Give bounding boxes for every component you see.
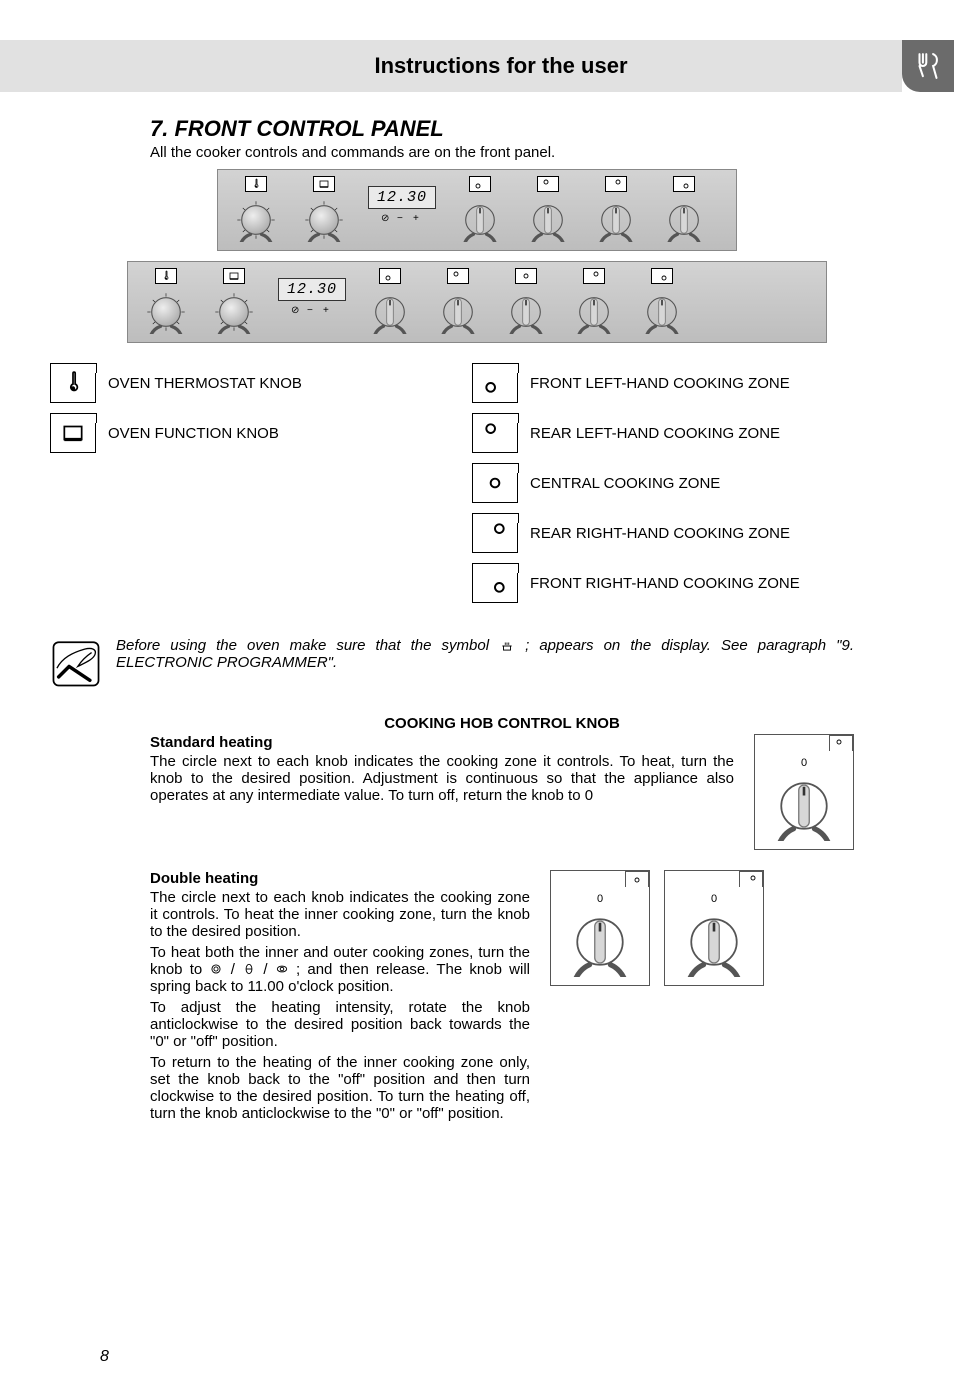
clock-buttons: ⊘−+ [291, 305, 333, 315]
zone-knob [565, 907, 635, 977]
legend-label: REAR RIGHT-HAND COOKING ZONE [530, 525, 790, 542]
zone-front-left-icon [469, 176, 491, 192]
page-number: 8 [100, 1348, 109, 1366]
standard-heating-title: Standard heating [150, 734, 734, 751]
section-heading: 7. FRONT CONTROL PANEL [150, 116, 854, 142]
zone-knob [679, 907, 749, 977]
control-panel-4zone: 12.30 ⊘−+ [217, 169, 737, 251]
zone-central-icon [625, 871, 649, 887]
zone-knob [436, 290, 480, 334]
zone-rear-left-icon [447, 268, 469, 284]
thermometer-icon [50, 363, 96, 403]
clock-display: 12.30 [278, 278, 346, 301]
page-header: Instructions for the user [0, 40, 954, 92]
zone-knob [572, 290, 616, 334]
zone-front-right-icon [472, 563, 518, 603]
zone-front-right-icon [673, 176, 695, 192]
standard-heating-block: Standard heating The circle next to each… [100, 734, 854, 850]
zone-central-icon [472, 463, 518, 503]
zone-knob [504, 290, 548, 334]
zone-knob [640, 290, 684, 334]
note-block: Before using the oven make sure that the… [50, 637, 854, 689]
control-panel-5zone: 12.30 ⊘−+ [127, 261, 827, 343]
oven-function-icon [50, 413, 96, 453]
zone-front-left-icon [472, 363, 518, 403]
function-knob [302, 198, 346, 242]
zone-knob [368, 290, 412, 334]
hob-heading: COOKING HOB CONTROL KNOB [100, 715, 854, 732]
double-heating-block: Double heating The circle next to each k… [100, 870, 854, 1126]
legend-label: CENTRAL COOKING ZONE [530, 475, 720, 492]
knob-zero-label: 0 [597, 893, 603, 905]
clock-buttons: ⊘−+ [381, 213, 423, 223]
zone-knob [769, 771, 839, 841]
zone-rear-right-icon [605, 176, 627, 192]
standard-heating-figure: 0 [754, 734, 854, 850]
zone-front-right-icon [651, 268, 673, 284]
thermometer-icon [155, 268, 177, 284]
legend-label: OVEN THERMOSTAT KNOB [108, 375, 302, 392]
zone-rear-right-icon [583, 268, 605, 284]
legend-label: FRONT RIGHT-HAND COOKING ZONE [530, 575, 800, 592]
zone-rear-right-icon [739, 871, 763, 887]
zone-rear-left-icon [472, 413, 518, 453]
zone-central-icon [515, 268, 537, 284]
double-heating-figure: 0 0 [550, 870, 764, 986]
double-heating-p4: To return to the heating of the inner co… [150, 1054, 530, 1122]
double-heating-title: Double heating [150, 870, 530, 887]
oven-function-icon [313, 176, 335, 192]
pot-icon [499, 639, 515, 653]
legend-label: FRONT LEFT-HAND COOKING ZONE [530, 375, 790, 392]
legend: OVEN THERMOSTAT KNOB OVEN FUNCTION KNOB … [50, 363, 854, 613]
knob-zero-label: 0 [711, 893, 717, 905]
standard-heating-body: The circle next to each knob indicates t… [150, 753, 734, 804]
clock-display: 12.30 [368, 186, 436, 209]
knob-zero-label: 0 [801, 757, 807, 769]
double-ring-icon [209, 962, 223, 976]
legend-label: OVEN FUNCTION KNOB [108, 425, 279, 442]
page-title: Instructions for the user [100, 40, 902, 92]
double-heating-p1: The circle next to each knob indicates t… [150, 889, 530, 940]
header-corner-badge [902, 40, 954, 92]
zone-knob [662, 198, 706, 242]
page-content: 7. FRONT CONTROL PANEL All the cooker co… [0, 92, 954, 1126]
thermostat-knob [234, 198, 278, 242]
double-heating-p3: To adjust the heating intensity, rotate … [150, 999, 530, 1050]
thermometer-icon [245, 176, 267, 192]
thermostat-knob [144, 290, 188, 334]
split-vertical-icon [242, 962, 256, 976]
note-icon [50, 637, 102, 689]
zone-knob [526, 198, 570, 242]
zone-knob [458, 198, 502, 242]
legend-label: REAR LEFT-HAND COOKING ZONE [530, 425, 780, 442]
oven-function-icon [223, 268, 245, 284]
double-heating-p2: To heat both the inner and outer cooking… [150, 944, 530, 995]
function-knob [212, 290, 256, 334]
oval-horizontal-icon [275, 962, 289, 976]
zone-rear-left-icon [829, 735, 853, 751]
zone-front-left-icon [379, 268, 401, 284]
section-intro: All the cooker controls and commands are… [150, 144, 854, 161]
zone-knob [594, 198, 638, 242]
zone-rear-left-icon [537, 176, 559, 192]
utensils-icon [911, 49, 945, 83]
zone-rear-right-icon [472, 513, 518, 553]
header-spacer [0, 40, 100, 92]
note-text: Before using the oven make sure that the… [116, 637, 854, 671]
